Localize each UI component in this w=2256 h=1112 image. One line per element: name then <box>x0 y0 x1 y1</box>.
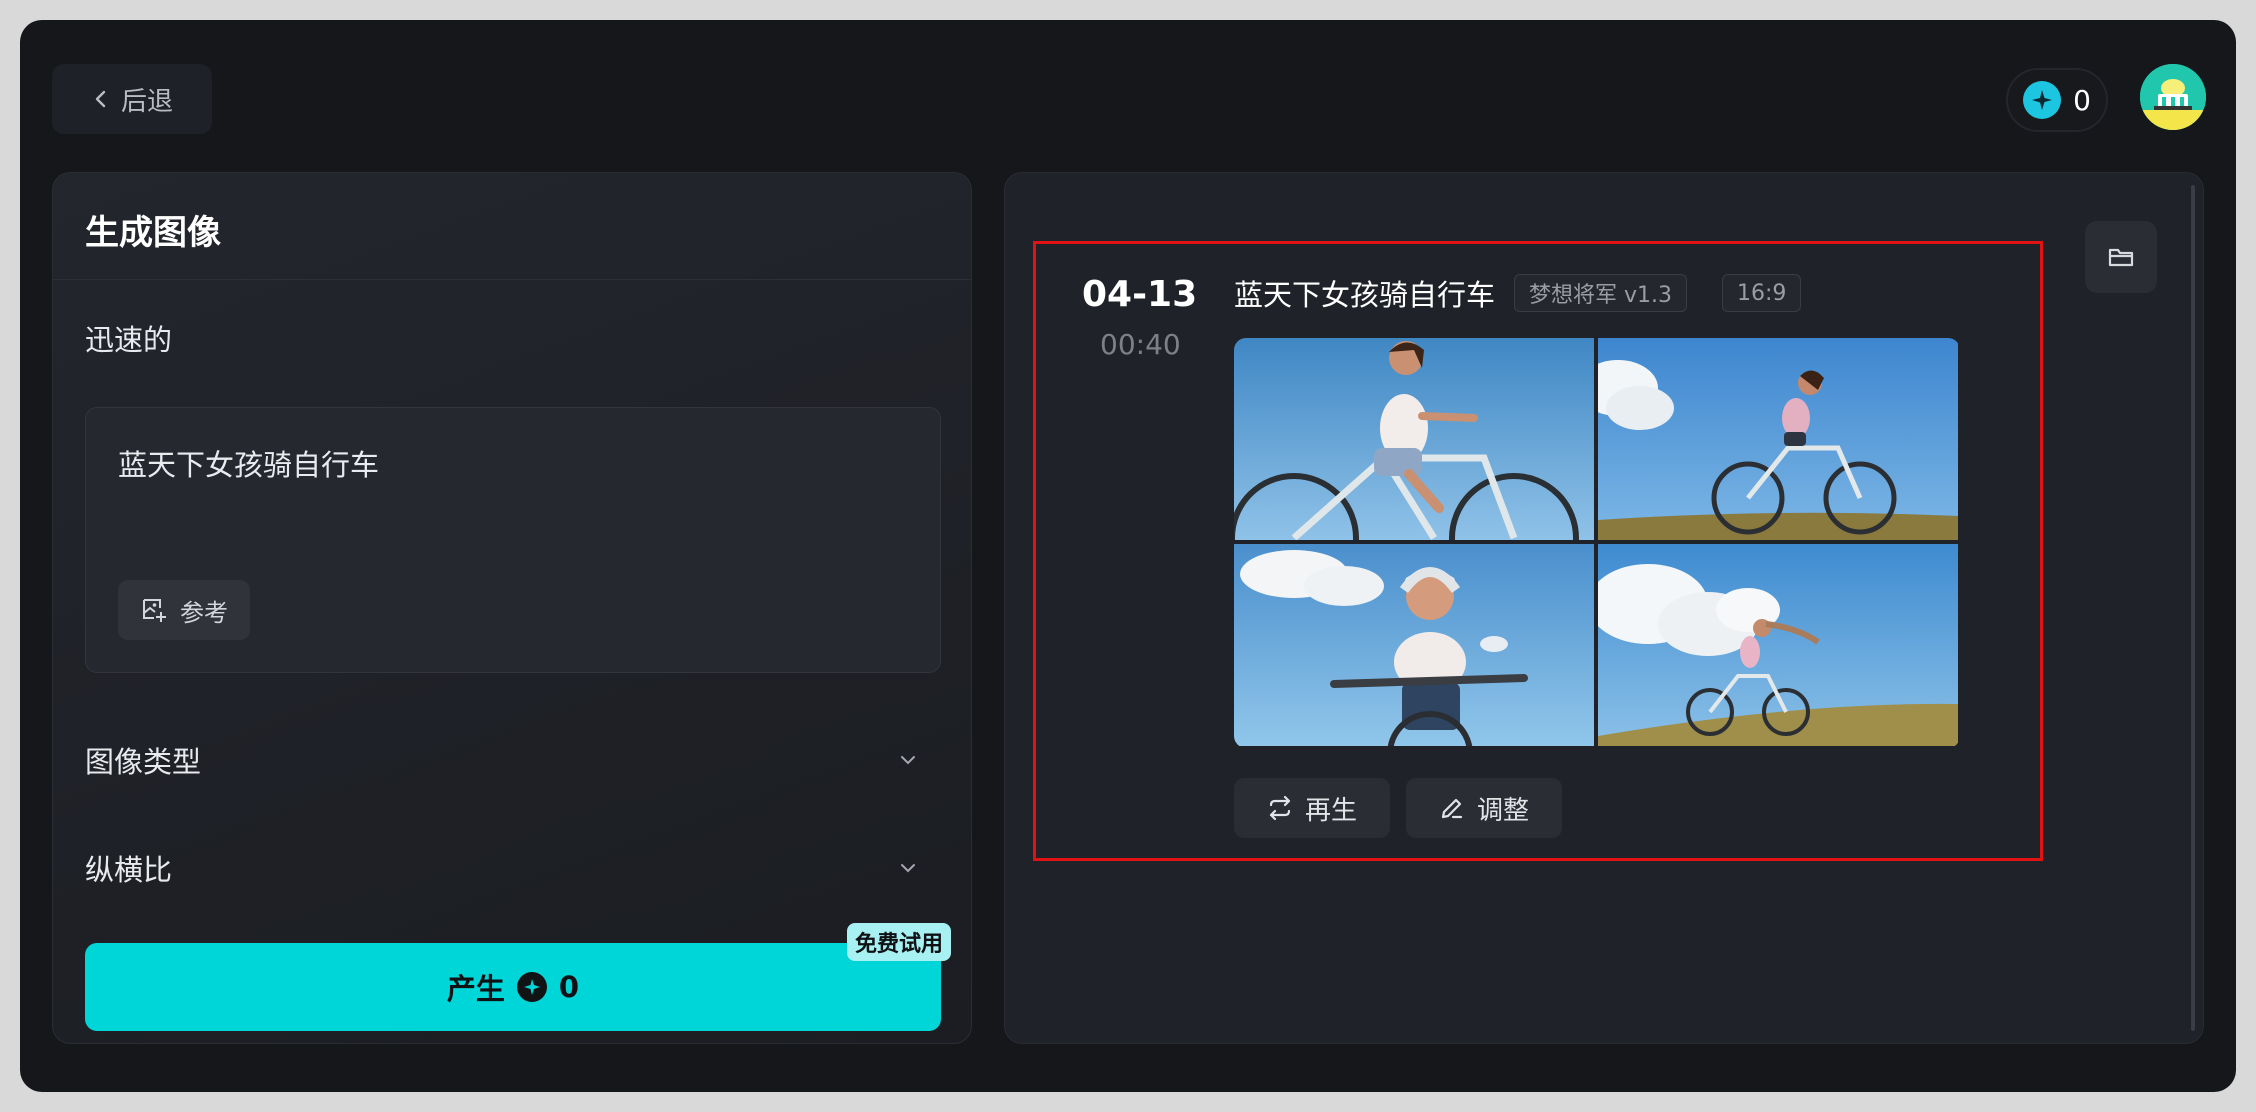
app-window: 后退 0 生成图像 迅速的 蓝天下女孩骑自行车 参考 图像类型 纵横比 产生 0… <box>20 20 2236 1092</box>
chevron-left-icon <box>95 90 106 108</box>
reference-label: 参考 <box>180 598 228 627</box>
generated-image-2[interactable] <box>1598 338 1958 540</box>
image-grid <box>1234 338 1960 748</box>
generate-label: 产生 <box>446 972 505 1006</box>
edit-icon <box>1441 798 1463 819</box>
aspect-ratio-dropdown[interactable]: 纵横比 <box>85 843 941 893</box>
avatar[interactable] <box>2140 64 2206 130</box>
prompt-section-label: 迅速的 <box>85 323 173 357</box>
regenerate-label: 再生 <box>1304 795 1357 826</box>
credit-icon <box>2023 81 2062 119</box>
ratio-tag: 16:9 <box>1722 274 1802 312</box>
adjust-button[interactable]: 调整 <box>1406 778 1562 838</box>
chevron-down-icon <box>901 756 915 765</box>
credit-icon <box>516 972 547 1002</box>
folder-icon <box>2108 248 2134 267</box>
free-trial-badge: 免费试用 <box>847 923 952 961</box>
results-panel: 04-13 00:40 蓝天下女孩骑自行车 梦想将军 v1.3 16:9 再生 … <box>1004 172 2204 1044</box>
regenerate-button[interactable]: 再生 <box>1234 778 1390 838</box>
generate-cost: 0 <box>558 970 580 1004</box>
prompt-input[interactable]: 蓝天下女孩骑自行车 参考 <box>85 407 941 673</box>
generated-image-1[interactable] <box>1234 338 1594 540</box>
image-add-icon <box>143 599 166 622</box>
result-card: 04-13 00:40 蓝天下女孩骑自行车 梦想将军 v1.3 16:9 再生 … <box>1033 241 2043 861</box>
aspect-ratio-label: 纵横比 <box>85 853 173 887</box>
scrollbar[interactable] <box>2191 185 2195 1031</box>
panel-title: 生成图像 <box>85 213 221 253</box>
back-label: 后退 <box>120 86 173 117</box>
image-type-label: 图像类型 <box>85 745 202 779</box>
credit-count: 0 <box>2073 83 2091 117</box>
reference-button[interactable]: 参考 <box>118 580 250 640</box>
chevron-down-icon <box>901 864 915 873</box>
image-type-dropdown[interactable]: 图像类型 <box>85 735 941 785</box>
result-time: 00:40 <box>1100 328 1181 361</box>
result-title: 蓝天下女孩骑自行车 <box>1234 278 1496 312</box>
generate-panel: 生成图像 迅速的 蓝天下女孩骑自行车 参考 图像类型 纵横比 产生 0 免费试用 <box>52 172 972 1044</box>
generated-image-4[interactable] <box>1598 544 1958 746</box>
folder-button[interactable] <box>2085 221 2157 293</box>
generate-button[interactable]: 产生 0 <box>85 943 941 1031</box>
divider <box>53 279 971 280</box>
refresh-icon <box>1269 795 1291 821</box>
generated-image-3[interactable] <box>1234 544 1594 746</box>
result-date: 04-13 <box>1082 274 1198 315</box>
prompt-text: 蓝天下女孩骑自行车 <box>118 448 380 482</box>
credit-balance[interactable]: 0 <box>2006 68 2108 132</box>
model-tag: 梦想将军 v1.3 <box>1514 274 1688 312</box>
adjust-label: 调整 <box>1476 795 1529 826</box>
back-button[interactable]: 后退 <box>52 64 212 134</box>
